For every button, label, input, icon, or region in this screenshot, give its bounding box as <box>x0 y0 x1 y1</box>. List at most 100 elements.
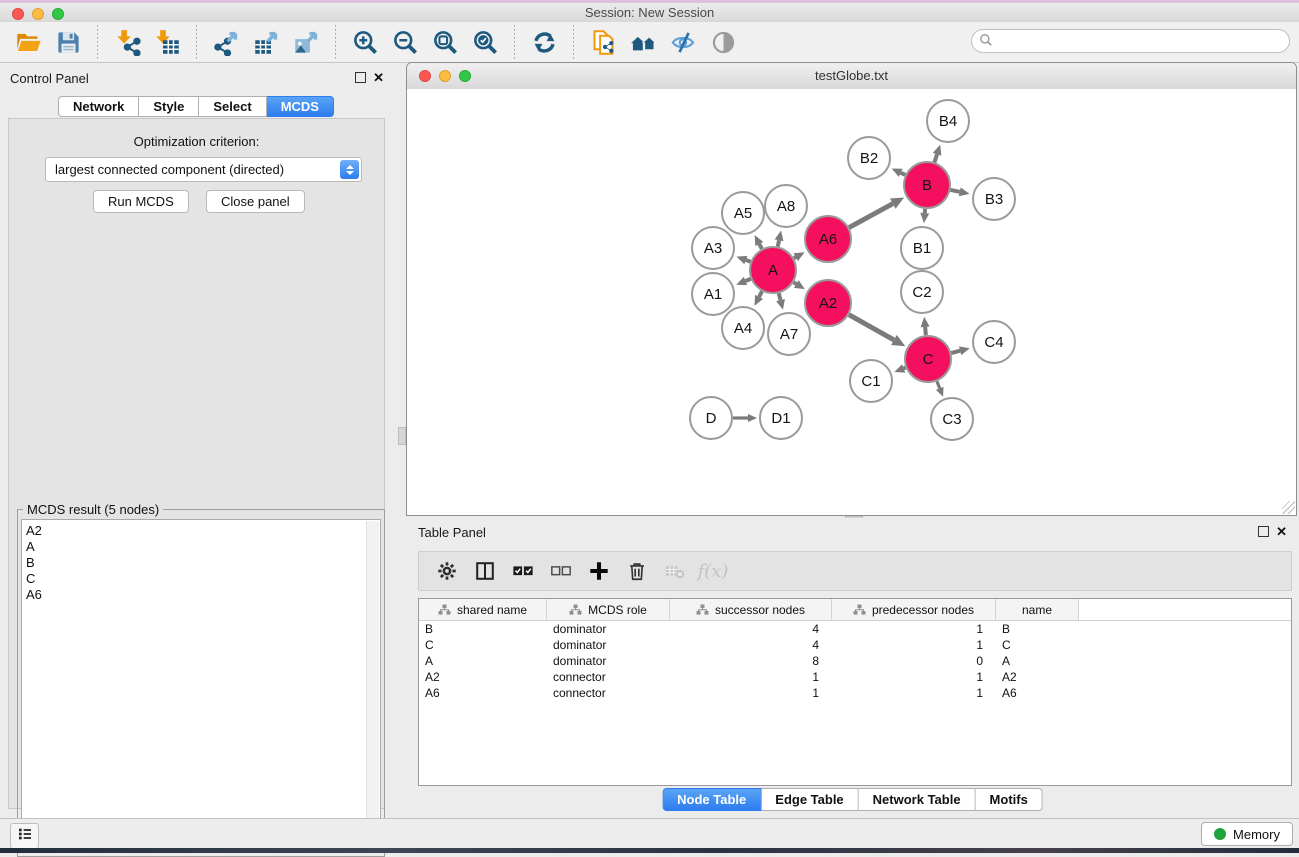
hide-eye-button[interactable] <box>663 25 703 59</box>
graph-edge-C-C4[interactable] <box>951 351 960 353</box>
graph-node-B3[interactable]: B3 <box>973 178 1015 220</box>
graph-edge-B-B2[interactable] <box>901 173 906 175</box>
graph-node-B[interactable]: B <box>904 162 950 208</box>
graph-node-B1[interactable]: B1 <box>901 227 943 269</box>
export-image-button[interactable] <box>286 25 326 59</box>
graph-node-C1[interactable]: C1 <box>850 360 892 402</box>
graph-edge-B-B4[interactable] <box>934 154 937 162</box>
zoom-out-button[interactable] <box>385 25 425 59</box>
column-header-predecessor-nodes[interactable]: predecessor nodes <box>832 599 996 620</box>
graph-node-D1[interactable]: D1 <box>760 397 802 439</box>
table-row[interactable]: A2connector11A2 <box>419 669 1291 685</box>
graph-node-C3[interactable]: C3 <box>931 398 973 440</box>
run-mcds-button[interactable]: Run MCDS <box>93 190 189 213</box>
graph-edge-C-C2[interactable] <box>925 327 926 335</box>
close-panel-icon[interactable]: ✕ <box>373 73 384 82</box>
graph-edge-A-A8[interactable] <box>778 240 779 246</box>
column-header-shared-name[interactable]: shared name <box>419 599 547 620</box>
graph-node-C2[interactable]: C2 <box>901 271 943 313</box>
result-item[interactable]: A6 <box>26 587 380 603</box>
import-table-button[interactable] <box>147 25 187 59</box>
node-table[interactable]: shared nameMCDS rolesuccessor nodesprede… <box>418 598 1292 786</box>
open-folder-button[interactable] <box>8 25 48 59</box>
save-button[interactable] <box>48 25 88 59</box>
tab-edge-table[interactable]: Edge Table <box>761 788 858 811</box>
float-panel-icon[interactable] <box>355 72 366 83</box>
deselect-all-button[interactable] <box>545 555 577 587</box>
import-network-button[interactable] <box>107 25 147 59</box>
result-item[interactable]: C <box>26 571 380 587</box>
graph-edge-A-A5[interactable] <box>759 244 762 249</box>
close-table-panel-icon[interactable]: ✕ <box>1276 527 1287 536</box>
graph-edge-A-A2[interactable] <box>794 282 797 284</box>
graph-node-B4[interactable]: B4 <box>927 100 969 142</box>
graph-node-A2[interactable]: A2 <box>805 280 851 326</box>
graph-edge-C-C1[interactable] <box>904 368 906 369</box>
graph-node-A5[interactable]: A5 <box>722 192 764 234</box>
zoom-in-button[interactable] <box>345 25 385 59</box>
vertical-split-handle[interactable] <box>398 427 406 445</box>
tab-mcds[interactable]: MCDS <box>267 96 334 117</box>
export-table-button[interactable] <box>246 25 286 59</box>
tab-style[interactable]: Style <box>139 96 199 117</box>
home-button[interactable] <box>623 25 663 59</box>
graph-edge-B-B3[interactable] <box>950 190 959 192</box>
task-history-button[interactable] <box>10 823 39 849</box>
tab-select[interactable]: Select <box>199 96 266 117</box>
resize-grip-icon[interactable] <box>1282 501 1295 514</box>
graph-edge-A2-C[interactable] <box>849 315 894 340</box>
network-window-titlebar[interactable]: testGlobe.txt <box>407 63 1296 90</box>
graph-node-A6[interactable]: A6 <box>805 216 851 262</box>
optimization-criterion-select[interactable]: largest connected component (directed) <box>45 157 362 182</box>
graph-edge-A-A3[interactable] <box>746 260 751 262</box>
graph-edge-A-A6[interactable] <box>794 257 796 258</box>
graph-node-A[interactable]: A <box>750 247 796 293</box>
float-table-panel-icon[interactable] <box>1258 526 1269 537</box>
graph-node-A7[interactable]: A7 <box>768 313 810 355</box>
graph-edge-C-C3[interactable] <box>937 381 940 388</box>
graph-node-C4[interactable]: C4 <box>973 321 1015 363</box>
zoom-selected-button[interactable] <box>465 25 505 59</box>
memory-button[interactable]: Memory <box>1201 822 1293 846</box>
refresh-button[interactable] <box>524 25 564 59</box>
tab-network-table[interactable]: Network Table <box>859 788 976 811</box>
graph-node-A8[interactable]: A8 <box>765 185 807 227</box>
close-panel-button[interactable]: Close panel <box>206 190 305 213</box>
graph-edge-A-A1[interactable] <box>745 279 750 281</box>
graph-node-A1[interactable]: A1 <box>692 273 734 315</box>
tab-node-table[interactable]: Node Table <box>662 788 761 811</box>
result-item[interactable]: B <box>26 555 380 571</box>
graph-edge-A-A4[interactable] <box>759 291 762 297</box>
show-eye-button[interactable] <box>703 25 743 59</box>
graph-node-C[interactable]: C <box>905 336 951 382</box>
zoom-fit-button[interactable] <box>425 25 465 59</box>
column-header-successor-nodes[interactable]: successor nodes <box>670 599 832 620</box>
function-builder-button[interactable]: f(x) <box>697 555 729 587</box>
search-input[interactable] <box>971 29 1290 53</box>
result-item[interactable]: A2 <box>26 523 380 539</box>
graph-edge-A6-B[interactable] <box>849 204 893 228</box>
graph-node-A4[interactable]: A4 <box>722 307 764 349</box>
mcds-result-list[interactable]: A2ABCA6 <box>21 519 381 853</box>
result-item[interactable]: A <box>26 539 380 555</box>
result-scrollbar[interactable] <box>366 521 379 851</box>
clone-network-button[interactable] <box>583 25 623 59</box>
table-row[interactable]: A6connector11A6 <box>419 685 1291 701</box>
column-header-name[interactable]: name <box>996 599 1079 620</box>
export-network-button[interactable] <box>206 25 246 59</box>
graph-edge-A-A7[interactable] <box>779 293 781 300</box>
table-row[interactable]: Bdominator41B <box>419 621 1291 637</box>
delete-column-button[interactable] <box>659 555 691 587</box>
graph-node-D[interactable]: D <box>690 397 732 439</box>
split-column-button[interactable] <box>469 555 501 587</box>
table-row[interactable]: Cdominator41C <box>419 637 1291 653</box>
tab-network[interactable]: Network <box>58 96 139 117</box>
network-canvas[interactable]: B4B2BB3A5A8A6A3B1AA1C2A2A4A7C4CC1C3DD1 <box>407 89 1296 515</box>
tab-motifs[interactable]: Motifs <box>976 788 1043 811</box>
add-column-button[interactable] <box>583 555 615 587</box>
delete-button[interactable] <box>621 555 653 587</box>
column-header-MCDS-role[interactable]: MCDS role <box>547 599 670 620</box>
table-row[interactable]: Adominator80A <box>419 653 1291 669</box>
gear-button[interactable] <box>431 555 463 587</box>
select-all-button[interactable] <box>507 555 539 587</box>
